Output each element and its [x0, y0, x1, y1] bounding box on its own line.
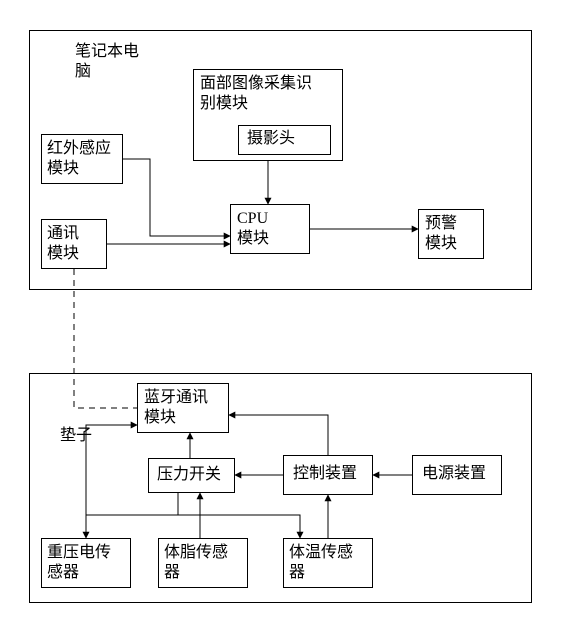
- node-controller-label: 控制装置: [293, 464, 357, 484]
- group-mat-title: 垫子: [60, 426, 92, 446]
- node-press-sw-label: 压力开关: [157, 465, 221, 485]
- node-power-label: 电源装置: [422, 464, 486, 484]
- node-alarm-label: 预警 模块: [425, 214, 457, 254]
- node-cpu-label: CPU 模块: [237, 209, 269, 249]
- node-camera-label: 摄影头: [247, 129, 295, 149]
- node-piezo-label: 重压电传 感器: [47, 543, 111, 583]
- node-fat-label: 体脂传感 器: [164, 543, 228, 583]
- node-bluetooth-label: 蓝牙通讯 模块: [144, 388, 208, 428]
- node-infrared-label: 红外感应 模块: [47, 139, 111, 179]
- diagram-canvas: 笔记本电 脑 面部图像采集识 别模块 摄影头 红外感应 模块 通讯 模块 CPU…: [0, 0, 563, 622]
- node-face-recog-label: 面部图像采集识 别模块: [200, 74, 312, 114]
- group-laptop-title: 笔记本电 脑: [75, 42, 139, 82]
- node-temp-label: 体温传感 器: [289, 543, 353, 583]
- node-comm-label: 通讯 模块: [47, 224, 79, 264]
